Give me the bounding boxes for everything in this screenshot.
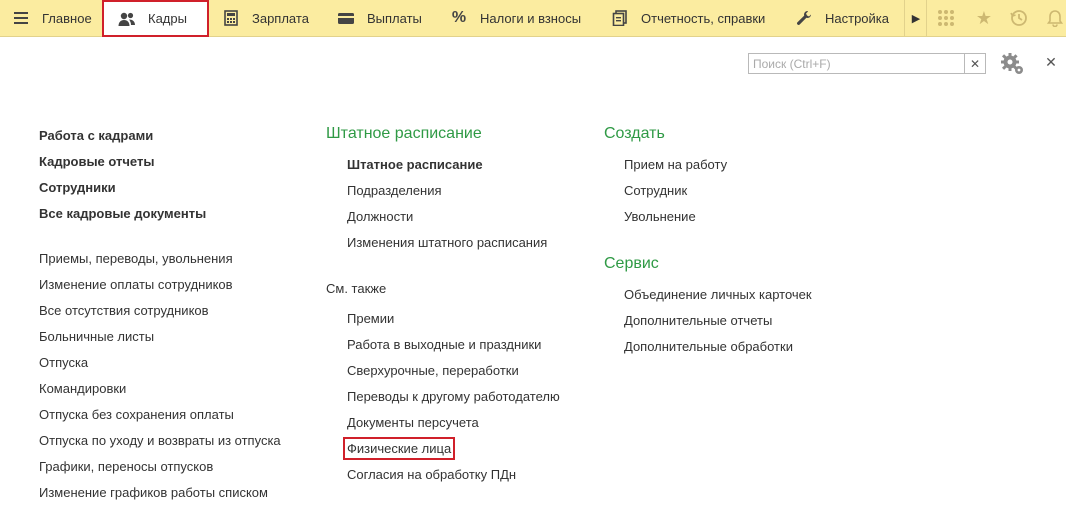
group-title-service: Сервис (604, 255, 659, 272)
nav-settings-label: Настройка (825, 10, 889, 26)
gear-icon[interactable] (1000, 52, 1026, 76)
percent-icon: % (451, 9, 467, 26)
link-pay-change[interactable]: Изменение оплаты сотрудников (39, 277, 233, 292)
wallet-icon (337, 9, 355, 27)
group-title-create: Создать (604, 125, 665, 142)
main-sections-bar: Главное Кадры Зарплата Выплаты % Налоги … (0, 0, 1066, 37)
nav-payments-label: Выплаты (367, 10, 422, 26)
link-overtime[interactable]: Сверхурочные, переработки (347, 363, 519, 378)
nav-main-label: Главное (42, 10, 92, 26)
group-title-staffing: Штатное расписание (326, 125, 482, 142)
link-create-hire[interactable]: Прием на работу (624, 157, 727, 172)
link-all-hr-documents[interactable]: Все кадровые документы (39, 206, 206, 221)
link-staffing-changes[interactable]: Изменения штатного расписания (347, 235, 547, 250)
calculator-icon (222, 9, 240, 27)
nav-taxes-label: Налоги и взносы (480, 10, 582, 26)
clear-search-icon[interactable]: ✕ (964, 54, 985, 73)
link-transfers-other-employer[interactable]: Переводы к другому работодателю (347, 389, 560, 404)
link-business-trips[interactable]: Командировки (39, 381, 126, 396)
link-employees[interactable]: Сотрудники (39, 180, 116, 195)
link-create-employee[interactable]: Сотрудник (624, 183, 687, 198)
nav-settings[interactable]: Настройка (795, 0, 889, 36)
link-merge-personal-cards[interactable]: Объединение личных карточек (624, 287, 812, 302)
nav-separator (926, 0, 927, 36)
link-additional-reports[interactable]: Дополнительные отчеты (624, 313, 772, 328)
link-create-dismissal[interactable]: Увольнение (624, 209, 696, 224)
link-positions[interactable]: Должности (347, 209, 413, 224)
link-work-schedule-changes[interactable]: Изменение графиков работы списком (39, 485, 268, 500)
nav-salary[interactable]: Зарплата (222, 0, 309, 36)
link-weekend-work[interactable]: Работа в выходные и праздники (347, 337, 541, 352)
nav-taxes[interactable]: % Налоги и взносы (450, 0, 581, 36)
nav-main[interactable]: Главное (12, 0, 92, 36)
see-also-title: См. также (326, 281, 387, 296)
search-box: ✕ (748, 53, 986, 74)
apps-grid-icon[interactable] (935, 7, 957, 29)
nav-hr-label: Кадры (148, 11, 187, 26)
link-individuals[interactable]: Физические лица (342, 437, 456, 460)
link-personal-data-consents[interactable]: Согласия на обработку ПДн (347, 467, 516, 482)
nav-reports-label: Отчетность, справки (641, 10, 766, 26)
wrench-icon (795, 9, 813, 27)
nav-reports[interactable]: Отчетность, справки (611, 0, 765, 36)
link-bonuses[interactable]: Премии (347, 311, 394, 326)
documents-icon (611, 9, 629, 27)
search-input[interactable] (749, 54, 963, 73)
bell-icon[interactable] (1044, 7, 1066, 29)
link-all-absences[interactable]: Все отсутствия сотрудников (39, 303, 209, 318)
history-icon[interactable] (1008, 7, 1030, 29)
link-sick-leaves[interactable]: Больничные листы (39, 329, 154, 344)
arrow-right-icon[interactable]: ▶ (905, 7, 927, 29)
link-unpaid-leave[interactable]: Отпуска без сохранения оплаты (39, 407, 234, 422)
star-icon[interactable]: ★ (973, 7, 995, 29)
close-icon[interactable]: ✕ (1044, 55, 1058, 69)
link-hr-work[interactable]: Работа с кадрами (39, 128, 153, 143)
nav-payments[interactable]: Выплаты (337, 0, 422, 36)
link-hr-reports[interactable]: Кадровые отчеты (39, 154, 154, 169)
hamburger-menu-icon (12, 9, 30, 27)
nav-hr[interactable]: Кадры (102, 0, 209, 37)
link-vacation-schedules[interactable]: Графики, переносы отпусков (39, 459, 213, 474)
users-icon (118, 10, 136, 28)
nav-salary-label: Зарплата (252, 10, 309, 26)
link-departments[interactable]: Подразделения (347, 183, 442, 198)
link-hire-transfer-dismissal[interactable]: Приемы, переводы, увольнения (39, 251, 233, 266)
link-additional-processing[interactable]: Дополнительные обработки (624, 339, 793, 354)
link-parental-leave[interactable]: Отпуска по уходу и возвраты из отпуска (39, 433, 281, 448)
link-vacations[interactable]: Отпуска (39, 355, 88, 370)
link-personal-accounting-docs[interactable]: Документы персучета (347, 415, 479, 430)
link-staffing-table[interactable]: Штатное расписание (347, 157, 483, 172)
